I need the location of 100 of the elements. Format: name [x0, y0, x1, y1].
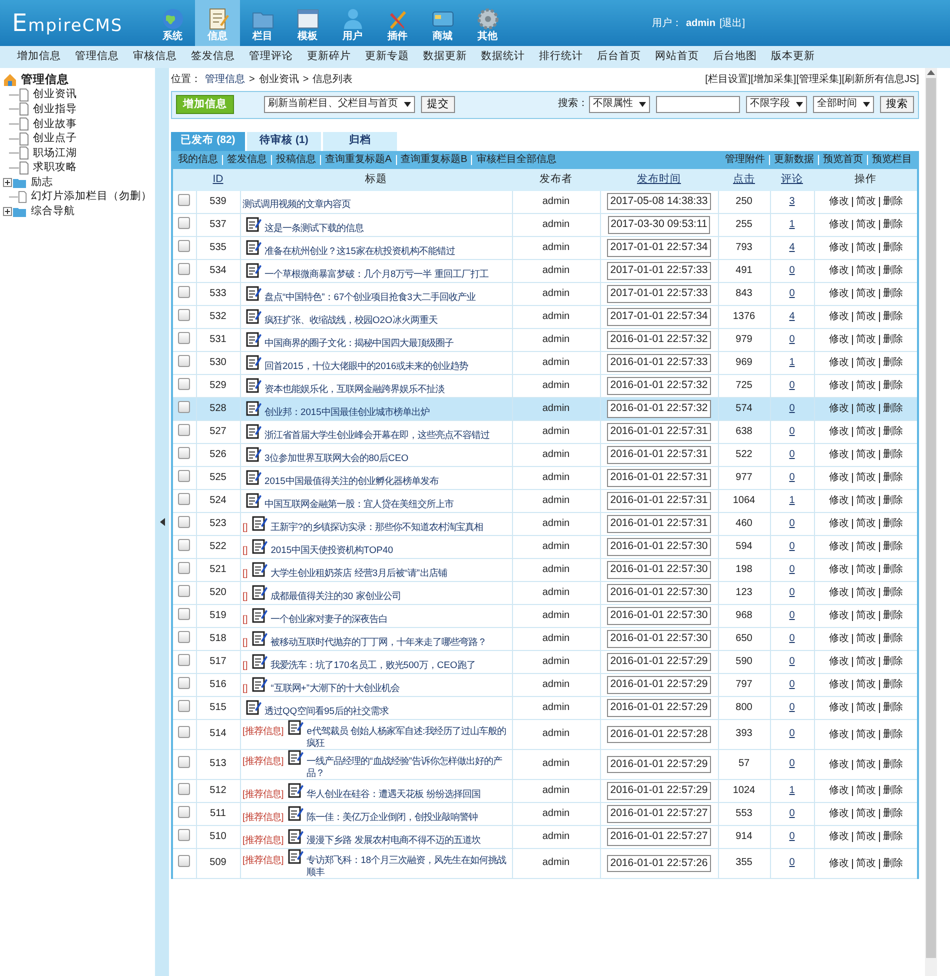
checkbox[interactable]	[178, 240, 190, 252]
tree-item[interactable]: 幻灯片添加栏目（勿删）	[31, 190, 152, 204]
action-link[interactable]: 简改	[852, 450, 879, 460]
header-link[interactable]: [管理采集]	[796, 74, 842, 86]
action-link[interactable]: 修改	[826, 542, 852, 552]
checkbox[interactable]	[178, 584, 190, 597]
title-link[interactable]: 成都最值得关注的30 家创业公司	[270, 584, 510, 602]
action-link[interactable]: 修改	[826, 496, 852, 506]
menu-link[interactable]: 数据更新	[423, 50, 467, 64]
action-link[interactable]: 修改	[826, 427, 852, 437]
comments-link[interactable]: 0	[789, 586, 795, 598]
action-link[interactable]: 修改	[826, 473, 852, 483]
action-link[interactable]: 查询重复标题B	[396, 154, 472, 164]
action-link[interactable]: 简改	[852, 335, 879, 345]
table-row[interactable]: 519 [] 一个创业家对妻子的深夜告白 admin 2016-01-01 22:57:30 968 0 修改 简改 删除	[172, 604, 918, 628]
date-field[interactable]: 2016-01-01 22:57:30	[607, 630, 711, 648]
action-link[interactable]: 签发信息	[222, 154, 271, 164]
action-link[interactable]: 简改	[852, 858, 879, 868]
checkbox[interactable]	[178, 538, 190, 551]
date-field[interactable]: 2016-01-01 22:57:29	[607, 699, 711, 717]
action-link[interactable]: 简改	[852, 289, 879, 299]
date-field[interactable]: 2016-01-01 22:57:32	[607, 400, 711, 418]
action-link[interactable]: 修改	[826, 611, 852, 621]
action-link[interactable]: 简改	[852, 703, 879, 713]
action-link[interactable]: 简改	[852, 809, 879, 819]
action-link[interactable]: 删除	[878, 809, 906, 819]
date-field[interactable]: 2016-01-01 22:57:28	[607, 726, 711, 744]
date-field[interactable]: 2016-01-01 22:57:31	[607, 492, 711, 510]
date-field[interactable]: 2017-01-01 22:57:33	[607, 262, 711, 280]
comments-link[interactable]: 0	[789, 518, 795, 529]
title-link[interactable]: 华人创业在硅谷：遭遇天花板 纷纷选择回国	[306, 782, 510, 800]
breadcrumb-link[interactable]: 信息列表	[312, 74, 353, 86]
action-link[interactable]: 修改	[826, 289, 852, 299]
action-link[interactable]: 我的信息	[174, 154, 222, 164]
comments-link[interactable]: 0	[789, 808, 795, 819]
tree-item[interactable]: 求职攻略	[33, 161, 77, 174]
checkbox[interactable]	[178, 756, 190, 768]
comments-link[interactable]: 0	[789, 830, 795, 842]
title-link[interactable]: 专访郑飞科：18个月三次融资，风先生在如何挑战顺丰	[306, 849, 510, 878]
comments-link[interactable]: 0	[789, 264, 795, 276]
title-link[interactable]: 一个草根微商暴富梦破：几个月8万亏一半 重回工厂打工	[264, 262, 510, 280]
action-link[interactable]: 修改	[826, 760, 852, 770]
comments-link[interactable]: 0	[789, 728, 795, 740]
title-link[interactable]: 浙江省首届大学生创业峰会开幕在即，这些亮点不容错过	[264, 424, 510, 440]
breadcrumb-link[interactable]: 管理信息	[205, 74, 245, 86]
title-link[interactable]: 透过QQ空间看95后的社交需求	[264, 700, 510, 716]
action-link[interactable]: 简改	[852, 243, 879, 253]
menu-link[interactable]: 管理评论	[249, 50, 293, 64]
action-link[interactable]: 修改	[826, 243, 852, 253]
title-link[interactable]: 2015中国天使投资机构TOP40	[270, 538, 510, 556]
action-link[interactable]: 删除	[878, 243, 906, 253]
action-link[interactable]: 简改	[852, 473, 879, 483]
date-field[interactable]: 2016-01-01 22:57:30	[607, 584, 711, 602]
date-field[interactable]: 2017-03-30 09:53:11	[608, 216, 710, 234]
title-link[interactable]: 一线产品经理的“血战经验”告诉你怎样做出好的产品？	[306, 750, 510, 779]
checkbox[interactable]	[178, 354, 190, 367]
comments-link[interactable]: 1	[789, 494, 795, 506]
title-link[interactable]: 回首2015，十位大佬眼中的2016或未来的创业趋势	[264, 354, 510, 372]
breadcrumb-link[interactable]: 创业资讯	[258, 74, 299, 86]
action-link[interactable]: 删除	[878, 832, 906, 842]
tree-item[interactable]: 创业资讯	[33, 88, 77, 102]
action-link[interactable]: 简改	[852, 196, 879, 207]
comments-link[interactable]: 1	[789, 218, 795, 230]
menu-link[interactable]: 签发信息	[191, 50, 235, 64]
search-button[interactable]: 搜索	[880, 96, 914, 114]
scrollbar[interactable]	[925, 68, 937, 976]
title-link[interactable]: 资本也能娱乐化，互联网金融跨界娱乐不扯淡	[264, 378, 510, 394]
date-field[interactable]: 2016-01-01 22:57:29	[607, 756, 711, 774]
title-link[interactable]: 我爱洗车：坑了170名员工，败光500万，CEO跑了	[270, 654, 510, 670]
action-link[interactable]: 简改	[852, 312, 879, 322]
title-link[interactable]: 测试调用视频的文章内容页	[242, 193, 510, 210]
action-link[interactable]: 修改	[826, 730, 852, 740]
table-row[interactable]: 509 [推荐信息] 专访郑飞科：18个月三次融资，风先生在如何挑战顺丰 admin 2016-01-01 22:57:26 355 0 修改 简改 删除	[172, 848, 918, 878]
action-link[interactable]: 预览栏目	[867, 154, 916, 164]
action-link[interactable]: 查询重复标题A	[320, 154, 396, 164]
header-link[interactable]: [增加采集]	[750, 74, 796, 86]
comments-link[interactable]: 0	[789, 758, 795, 770]
checkbox[interactable]	[178, 424, 190, 436]
menu-link[interactable]: 排行统计	[539, 50, 583, 64]
tree-root[interactable]: 管理信息	[21, 73, 69, 88]
table-row[interactable]: 522 [] 2015中国天使投资机构TOP40 admin 2016-01-01 22:57:30 594 0 修改 简改 删除	[172, 536, 918, 558]
comments-link[interactable]: 0	[789, 426, 795, 437]
table-row[interactable]: 520 [] 成都最值得关注的30 家创业公司 admin 2016-01-01 22:57:30 123 0 修改 简改 删除	[172, 582, 918, 604]
checkbox[interactable]	[178, 216, 190, 229]
nav-tab[interactable]: 商城	[420, 0, 465, 46]
menu-link[interactable]: 数据统计	[481, 50, 525, 64]
action-link[interactable]: 简改	[852, 381, 879, 391]
menu-link[interactable]: 后台首页	[597, 50, 641, 64]
column-sort-link[interactable]: ID	[212, 172, 224, 185]
title-link[interactable]: 被移动互联时代抛弃的丁丁网，十年来走了哪些弯路？	[270, 630, 510, 648]
checkbox[interactable]	[178, 654, 190, 666]
comments-link[interactable]: 4	[789, 310, 795, 322]
comments-link[interactable]: 0	[789, 472, 795, 483]
checkbox[interactable]	[178, 470, 190, 482]
action-link[interactable]: 简改	[852, 496, 879, 506]
action-link[interactable]: 修改	[826, 335, 852, 345]
nav-tab[interactable]: 其他	[465, 0, 510, 46]
action-link[interactable]: 删除	[878, 220, 906, 230]
table-row[interactable]: 524 中国互联网金融第一股：宜人贷在美纽交所上市 admin 2016-01-01 22:57:31 1064 1 修改 简改 删除	[172, 490, 918, 512]
action-link[interactable]: 预览首页	[818, 154, 867, 164]
